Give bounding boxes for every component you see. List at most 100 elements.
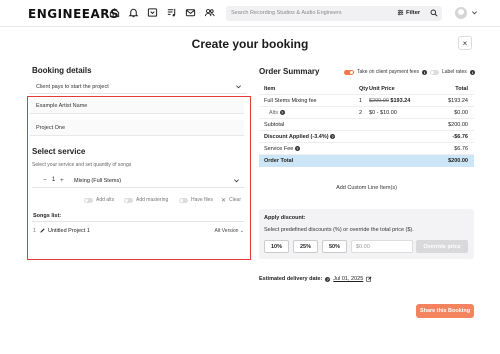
pencil-icon[interactable]	[39, 227, 46, 234]
artist-name-value: Example Artist Name	[36, 103, 88, 109]
toggle-switch[interactable]	[344, 69, 354, 75]
discount-25-button[interactable]: 25%	[293, 240, 318, 253]
search-input[interactable]: Search Recording Studios & Audio Enginee…	[231, 10, 342, 16]
filter-icon	[397, 9, 404, 16]
discount-title: Apply discount:	[264, 215, 306, 221]
artist-name-field[interactable]: Example Artist Name	[30, 98, 244, 114]
share-booking-button[interactable]: Share this Booking	[416, 304, 474, 318]
take-fees-toggle[interactable]: Take on client payment fees i	[344, 69, 427, 75]
qty-value[interactable]: 1	[52, 177, 55, 183]
table-row: Full Stems Mixing fee 1 $200.00 $193.24 …	[259, 95, 474, 107]
old-price: $200.00	[369, 98, 389, 104]
home-icon[interactable]	[108, 6, 121, 19]
select-service-subtitle: Select your service and set quantity of …	[32, 162, 132, 168]
alt-version-select[interactable]: Alt Version ⌄	[215, 228, 245, 234]
subtotal-row: Subtotal $200.00	[259, 119, 474, 131]
add-alts-label: Add alts	[96, 197, 115, 203]
discount-subtitle: Select predefined discounts (%) or overr…	[264, 227, 414, 233]
chevron-down-icon[interactable]	[471, 9, 478, 16]
new-price: $193.24	[390, 98, 411, 104]
toggle-switch[interactable]	[84, 197, 93, 203]
song-index: 1	[33, 228, 37, 234]
label-rates-label: Label rates	[442, 69, 467, 75]
row-unit-price: $200.00 $193.24	[369, 98, 410, 104]
toggle-switch[interactable]	[430, 69, 439, 75]
close-button[interactable]: ×	[458, 36, 472, 50]
select-service-heading: Select service	[32, 147, 86, 156]
qty-plus-button[interactable]: +	[60, 177, 64, 184]
discount-10-button[interactable]: 10%	[264, 240, 289, 253]
row-total: $193.24	[448, 98, 468, 104]
estimated-delivery: Estimated delivery date: ? Jul 01, 2025	[259, 276, 372, 282]
table-row: Alts ? 2 $0 - $10.00 $0.00	[259, 107, 474, 119]
row-item: Full Stems Mixing fee	[264, 98, 317, 104]
take-fees-label: Take on client payment fees	[357, 69, 419, 75]
discount-value: -$6.76	[452, 134, 468, 140]
column-total: Total	[455, 86, 468, 92]
music-note-icon[interactable]	[165, 6, 178, 19]
delivery-label: Estimated delivery date:	[259, 276, 323, 282]
override-price-input[interactable]: $0.00	[351, 240, 413, 253]
search-bar[interactable]: Search Recording Studios & Audio Enginee…	[226, 6, 442, 21]
override-price-placeholder: $0.00	[356, 244, 370, 250]
search-icon[interactable]	[430, 9, 438, 17]
order-total-row: Order Total $200.00	[259, 155, 474, 167]
add-custom-line-items-button[interactable]: Add Custom Line Item(s)	[259, 185, 474, 191]
filter-button[interactable]: Filter	[397, 9, 420, 16]
users-icon[interactable]	[203, 6, 216, 19]
add-mastering-toggle[interactable]: Add mastering	[124, 196, 168, 204]
alts-label: Alts ?	[269, 110, 285, 116]
toggle-switch[interactable]	[179, 197, 188, 203]
avatar[interactable]	[455, 7, 467, 19]
table-header-row: Item Qty Unit Price Total	[259, 83, 474, 95]
service-fee-label: Service Fee	[264, 146, 294, 152]
info-icon[interactable]: ?	[294, 146, 300, 151]
info-icon[interactable]: i	[421, 69, 427, 75]
info-icon[interactable]: i	[469, 69, 475, 75]
subtotal-value: $200.00	[448, 122, 468, 128]
booking-details-heading: Booking details	[32, 66, 92, 75]
discount-label-wrap: Discount Applied (-3.4%) ?	[264, 134, 336, 140]
discount-50-button[interactable]: 50%	[322, 240, 347, 253]
logo[interactable]: ENGINEEARS	[28, 7, 119, 21]
project-name-field[interactable]: Project One	[30, 120, 244, 136]
top-nav: ENGINEEARS Search Recording Studios & Au…	[0, 0, 500, 27]
column-qty: Qty	[359, 86, 369, 92]
mail-icon[interactable]	[184, 6, 197, 19]
inbox-icon[interactable]	[146, 6, 159, 19]
override-price-button[interactable]: Override price	[416, 240, 468, 253]
clear-label: Clear	[229, 197, 241, 203]
row-item: Alts	[269, 110, 279, 116]
chevron-down-icon[interactable]	[233, 177, 240, 184]
qty-minus-button[interactable]: −	[43, 177, 47, 184]
edit-icon[interactable]	[366, 276, 372, 282]
have-files-toggle[interactable]: Have files	[179, 196, 213, 204]
delivery-date[interactable]: Jul 01, 2025	[333, 276, 363, 282]
service-select[interactable]: Mixing (Full Stems)	[74, 178, 121, 184]
chevron-down-icon: ⌄	[239, 228, 244, 234]
row-unit-price: $0 - $10.00	[369, 110, 397, 116]
chevron-down-icon	[236, 85, 241, 89]
divider	[32, 221, 244, 222]
clear-button[interactable]: ✕ Clear	[221, 196, 241, 204]
bell-icon[interactable]	[127, 6, 140, 19]
label-rates-toggle[interactable]: Label rates i	[430, 69, 475, 75]
info-icon[interactable]: ?	[330, 134, 336, 139]
row-qty: 2	[359, 110, 363, 116]
nav-icons	[108, 6, 216, 19]
payer-select[interactable]: Client pays to start the project	[29, 80, 247, 94]
service-fee-value: $6.76	[454, 146, 468, 152]
project-name-value: Project One	[36, 125, 66, 131]
songs-list-heading: Songs list:	[33, 213, 62, 219]
song-row[interactable]: 1 Untitled Project 1 Alt Version ⌄	[32, 227, 244, 237]
alt-version-label: Alt Version	[214, 228, 239, 234]
add-alts-toggle[interactable]: Add alts	[84, 196, 114, 204]
info-icon[interactable]: ?	[279, 110, 285, 115]
service-fee-label-wrap: Service Fee ?	[264, 146, 300, 152]
row-total: $0.00	[454, 110, 468, 116]
toggle-switch[interactable]	[124, 197, 133, 203]
info-icon[interactable]: ?	[325, 276, 331, 282]
order-total-value: $200.00	[448, 158, 468, 164]
row-qty: 1	[359, 98, 363, 104]
song-title[interactable]: Untitled Project 1	[48, 228, 90, 234]
